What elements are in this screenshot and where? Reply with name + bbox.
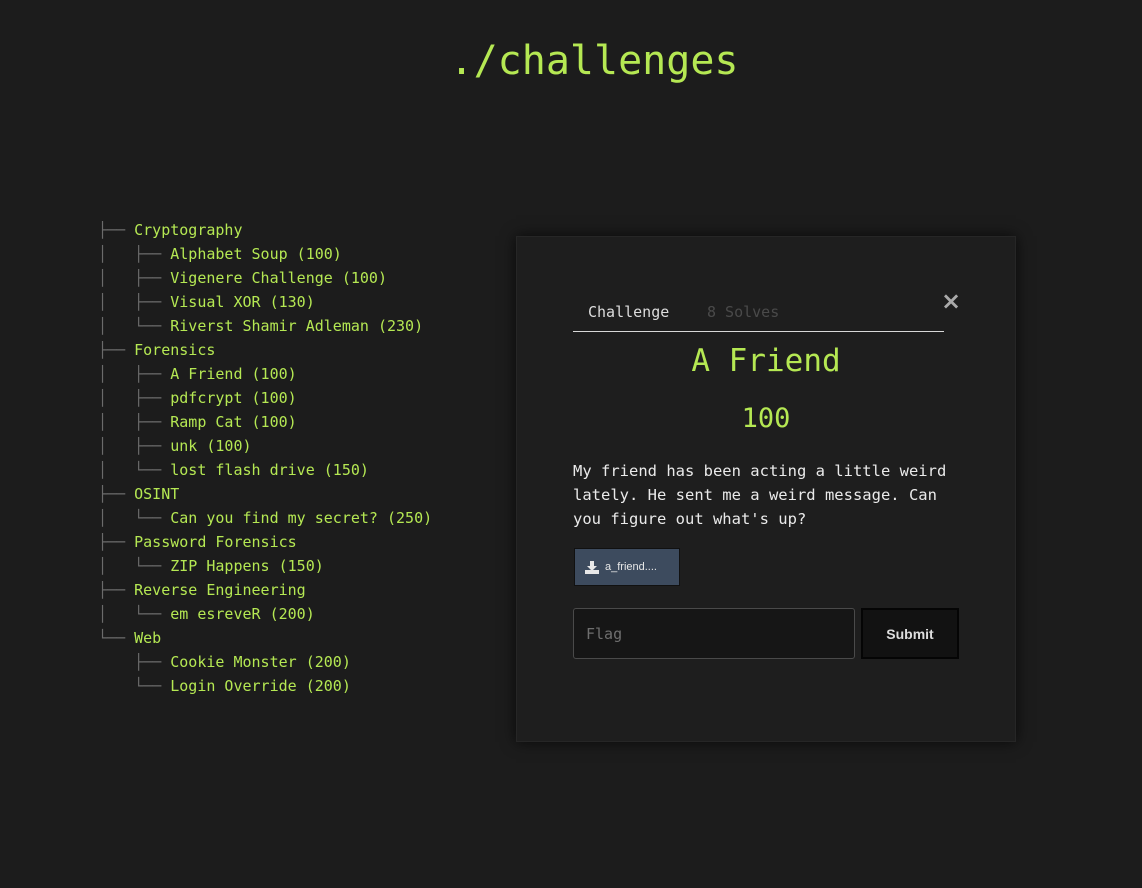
challenge-link[interactable]: Vigenere Challenge (100) (170, 269, 387, 287)
tree-challenge-item[interactable]: │ ├── A Friend (100) (98, 362, 432, 386)
challenge-description: My friend has been acting a little weird… (573, 462, 947, 528)
tree-branch: │ ├── (98, 245, 171, 263)
download-icon (585, 560, 599, 574)
modal-tabs: Challenge 8 Solves (573, 301, 944, 332)
tree-branch: │ ├── (98, 389, 171, 407)
close-button[interactable]: × (941, 289, 961, 313)
tree-branch: ├── (98, 485, 135, 503)
tree-branch: │ ├── (98, 437, 171, 455)
challenge-link[interactable]: em esreveR (200) (170, 605, 315, 623)
tree-challenge-item[interactable]: │ └── Can you find my secret? (250) (98, 506, 432, 530)
challenge-link[interactable]: ZIP Happens (150) (170, 557, 324, 575)
tree-branch: │ └── (98, 605, 171, 623)
tree-branch: │ └── (98, 557, 171, 575)
page-title: ./challenges (449, 38, 739, 84)
category-label: Web (134, 629, 162, 647)
tree-branch: ├── (98, 653, 171, 671)
category-label: Forensics (134, 341, 216, 359)
tree-category: ├── Cryptography (98, 218, 432, 242)
tree-branch: ├── (98, 533, 135, 551)
tree-branch: │ ├── (98, 269, 171, 287)
tree-category: ├── Password Forensics (98, 530, 432, 554)
tree-branch: │ ├── (98, 293, 171, 311)
challenge-link[interactable]: Visual XOR (130) (170, 293, 315, 311)
tree-category: ├── Forensics (98, 338, 432, 362)
tree-challenge-item[interactable]: │ └── lost flash drive (150) (98, 458, 432, 482)
tab-challenge[interactable]: Challenge (588, 303, 669, 321)
challenge-link[interactable]: Alphabet Soup (100) (170, 245, 342, 263)
tab-solves[interactable]: 8 Solves (707, 303, 779, 321)
tree-branch: ├── (98, 581, 135, 599)
tree-branch: └── (98, 677, 171, 695)
tree-branch: │ └── (98, 509, 171, 527)
challenge-link[interactable]: Cookie Monster (200) (170, 653, 351, 671)
tree-challenge-item[interactable]: └── Login Override (200) (98, 674, 432, 698)
tree-category: ├── OSINT (98, 482, 432, 506)
challenge-link[interactable]: Riverst Shamir Adleman (230) (170, 317, 423, 335)
tree-challenge-item[interactable]: │ ├── unk (100) (98, 434, 432, 458)
challenge-link[interactable]: Can you find my secret? (250) (170, 509, 432, 527)
challenge-name: A Friend (691, 343, 841, 379)
challenge-link[interactable]: Login Override (200) (170, 677, 351, 695)
category-label: OSINT (134, 485, 180, 503)
tree-branch: └── (98, 629, 135, 647)
category-label: Reverse Engineering (134, 581, 306, 599)
tree-branch: │ ├── (98, 365, 171, 383)
tree-challenge-item[interactable]: │ ├── pdfcrypt (100) (98, 386, 432, 410)
tree-branch: │ └── (98, 461, 171, 479)
tree-challenge-item[interactable]: ├── Cookie Monster (200) (98, 650, 432, 674)
file-name: a_friend.... (605, 561, 657, 573)
tree-challenge-item[interactable]: │ └── Riverst Shamir Adleman (230) (98, 314, 432, 338)
tree-challenge-item[interactable]: │ ├── Ramp Cat (100) (98, 410, 432, 434)
tree-category: └── Web (98, 626, 432, 650)
challenge-tree: ├── Cryptography │ ├── Alphabet Soup (100… (98, 218, 432, 698)
tree-challenge-item[interactable]: │ └── em esreveR (200) (98, 602, 432, 626)
tree-branch: ├── (98, 221, 135, 239)
challenge-modal: × Challenge 8 Solves A Friend 100 My fri… (516, 236, 1016, 742)
submit-button[interactable]: Submit (861, 608, 959, 659)
tree-category: ├── Reverse Engineering (98, 578, 432, 602)
challenge-link[interactable]: unk (100) (170, 437, 251, 455)
tree-branch: │ └── (98, 317, 171, 335)
flag-input[interactable] (573, 608, 855, 659)
tree-challenge-item[interactable]: │ ├── Visual XOR (130) (98, 290, 432, 314)
tree-branch: │ ├── (98, 413, 171, 431)
challenge-link[interactable]: lost flash drive (150) (170, 461, 369, 479)
challenge-link[interactable]: A Friend (100) (170, 365, 296, 383)
tree-challenge-item[interactable]: │ ├── Vigenere Challenge (100) (98, 266, 432, 290)
category-label: Password Forensics (134, 533, 297, 551)
challenge-link[interactable]: pdfcrypt (100) (170, 389, 296, 407)
challenge-link[interactable]: Ramp Cat (100) (170, 413, 296, 431)
challenge-value: 100 (741, 403, 791, 434)
tree-challenge-item[interactable]: │ ├── Alphabet Soup (100) (98, 242, 432, 266)
category-label: Cryptography (134, 221, 243, 239)
file-download-button[interactable]: a_friend.... (574, 548, 680, 586)
tree-challenge-item[interactable]: │ └── ZIP Happens (150) (98, 554, 432, 578)
tree-branch: ├── (98, 341, 135, 359)
